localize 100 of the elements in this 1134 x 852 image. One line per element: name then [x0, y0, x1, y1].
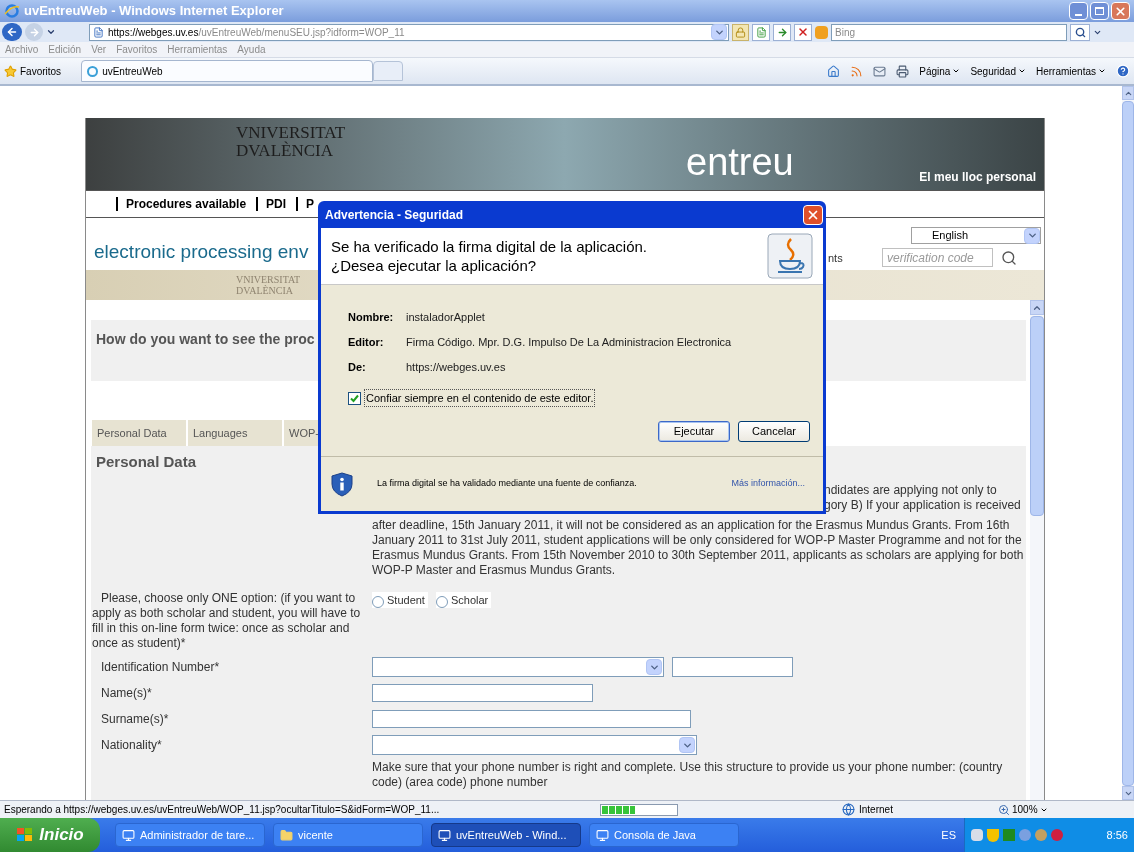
- field-label: Editor:: [348, 335, 385, 351]
- page-scrollbar[interactable]: [1122, 86, 1134, 800]
- zoom-control[interactable]: 100%: [998, 802, 1048, 817]
- section-title: Personal Data: [95, 454, 198, 470]
- frame-scrollbar[interactable]: [1030, 300, 1044, 800]
- form-tab[interactable]: Personal Data: [92, 420, 186, 446]
- select-field[interactable]: [372, 735, 697, 755]
- search-button[interactable]: [1070, 23, 1090, 41]
- dropdown-caret-icon[interactable]: [646, 659, 662, 675]
- more-info-link[interactable]: Más información...: [731, 477, 805, 491]
- dropdown-caret-icon[interactable]: [1024, 227, 1040, 244]
- windows-logo-icon: [16, 827, 35, 843]
- nav-link[interactable]: Procedures available: [116, 197, 247, 211]
- page-icon: [93, 26, 104, 38]
- shield-icon[interactable]: [987, 828, 999, 842]
- taskbar-button[interactable]: Administrador de tare...: [115, 823, 265, 847]
- dialog-button[interactable]: Ejecutar: [658, 421, 730, 442]
- verification-code-field[interactable]: verification code: [882, 248, 993, 267]
- field-value: instaladorApplet: [406, 310, 485, 326]
- chevron-down-icon: [1026, 230, 1038, 241]
- input-field[interactable]: [672, 657, 793, 677]
- caret-icon: [1017, 67, 1026, 75]
- language-select[interactable]: English: [911, 227, 1041, 244]
- radio-button[interactable]: [372, 596, 384, 608]
- history-caret-icon[interactable]: [46, 27, 56, 37]
- browser-tab[interactable]: uvEntreuWeb: [81, 60, 374, 82]
- field-label: Surname(s)*: [100, 711, 170, 728]
- dropdown-caret-icon[interactable]: [711, 24, 727, 40]
- tray-app-icon[interactable]: [971, 829, 983, 841]
- caret-icon: [1098, 67, 1106, 75]
- seal-text: VNIVERSITAT: [236, 274, 301, 285]
- taskbar-button[interactable]: uvEntreuWeb - Wind...: [431, 823, 581, 847]
- star-icon: [4, 64, 17, 78]
- command-menu[interactable]: Seguridad: [970, 63, 1026, 79]
- field-label: Name(s)*: [100, 685, 153, 702]
- back-button[interactable]: [2, 23, 22, 41]
- nav-link[interactable]: PDI: [256, 197, 287, 211]
- caret-icon: [952, 67, 961, 75]
- coffee-cup-icon: [767, 233, 813, 279]
- tray-app-icon[interactable]: [1051, 829, 1063, 841]
- search-engine-icon: [815, 25, 828, 39]
- monitor-icon: [122, 828, 135, 842]
- language-indicator[interactable]: ES: [941, 826, 956, 844]
- monitor-icon: [438, 828, 451, 842]
- field-value: Firma Código. Mpr. D.G. Impulso De La Administracion Electronica: [406, 335, 732, 351]
- header-link[interactable]: nts: [828, 250, 843, 267]
- folder-icon: [280, 828, 293, 842]
- notice-text: after deadline, 15th January 2011, it will not be considered as an application for the Erasmus Mundus Grants. From 16th January 2011 to 31st July 2011, student applications will be only considered for WOP-P Master Programme and not for the Erasmus Mundus Grants. From 15th November 2010 to 30th September 2011, applicants as scholars are applying for both WOP-P Master and Erasmus Mundus Grants.: [372, 518, 1025, 578]
- field-label: De:: [348, 360, 367, 376]
- university-name: DVALÈNCIA: [236, 142, 334, 160]
- select-field[interactable]: [372, 657, 664, 677]
- checkbox[interactable]: [348, 391, 361, 405]
- university-name: VNIVERSITAT: [236, 124, 346, 142]
- clock: 8:56: [1106, 827, 1128, 843]
- window-title: uvEntreuWeb - Windows Internet Explorer: [24, 2, 284, 21]
- mail-icon[interactable]: [873, 64, 887, 78]
- favorites-button[interactable]: Favoritos: [4, 63, 62, 79]
- input-field[interactable]: [372, 684, 593, 702]
- search-icon[interactable]: [1001, 250, 1017, 266]
- nav-link[interactable]: P: [296, 197, 315, 211]
- info-shield-icon: [331, 471, 353, 497]
- tagline: El meu lloc personal: [919, 169, 1036, 186]
- input-field[interactable]: [372, 710, 691, 728]
- browser-logo-icon: [4, 3, 20, 19]
- dialog-button[interactable]: Cancelar: [738, 421, 810, 442]
- help-icon[interactable]: [1116, 64, 1130, 78]
- back-arrow-icon: [6, 26, 18, 38]
- zoom-icon: [998, 803, 1010, 816]
- home-icon[interactable]: [827, 64, 841, 78]
- radio-button[interactable]: [435, 596, 448, 608]
- help-text: Make sure that your phone number is right and complete. Use this structure to provide us your phone number: (country code) (area code) phone number: [372, 760, 1004, 790]
- radio-option[interactable]: Student: [372, 592, 428, 608]
- radio-option[interactable]: Scholar: [435, 592, 492, 608]
- search-field[interactable]: Bing: [831, 23, 1067, 41]
- page-heading: electronic processing env: [94, 239, 309, 264]
- field-label: Nombre:: [348, 310, 395, 326]
- lock-icon[interactable]: [732, 23, 749, 41]
- monitor-icon: [596, 828, 609, 842]
- dialog-title: Advertencia - Seguridad: [325, 206, 464, 224]
- seal-text: DVALÈNCIA: [236, 285, 295, 296]
- form-tab[interactable]: Languages: [188, 420, 282, 446]
- feeds-icon[interactable]: [850, 64, 864, 78]
- dialog-message: ¿Desea ejecutar la aplicación?: [331, 256, 538, 275]
- command-menu[interactable]: Página: [919, 63, 961, 79]
- dialog-message: Se ha verificado la firma digital de la aplicación.: [331, 237, 647, 256]
- field-label: Please, choose only ONE option: (if you want to apply as both scholar and student, you will have to fill in this on-line form twice: once as scholar and once as student)*: [91, 591, 362, 651]
- field-label: Identification Number*: [100, 659, 221, 676]
- field-value: https://webges.uv.es: [406, 360, 506, 376]
- print-icon[interactable]: [896, 64, 910, 78]
- taskbar-button[interactable]: Consola de Java: [589, 823, 739, 847]
- taskbar-button[interactable]: vicente: [273, 823, 423, 847]
- footer-text: La firma digital se ha validado mediante una fuente de confianza.: [377, 477, 637, 491]
- dropdown-caret-icon[interactable]: [679, 737, 695, 753]
- close-button[interactable]: [803, 204, 823, 225]
- address-field[interactable]: https://webges.uv.es/uvEntreuWeb/menuSEU.jsp?idform=WOP_11: [89, 23, 729, 41]
- globe-icon: [842, 803, 855, 816]
- stop-icon[interactable]: [794, 23, 812, 41]
- command-menu[interactable]: Herramientas: [1035, 63, 1106, 79]
- field-label: Nationality*: [100, 737, 163, 754]
- security-zone: Internet: [859, 803, 893, 817]
